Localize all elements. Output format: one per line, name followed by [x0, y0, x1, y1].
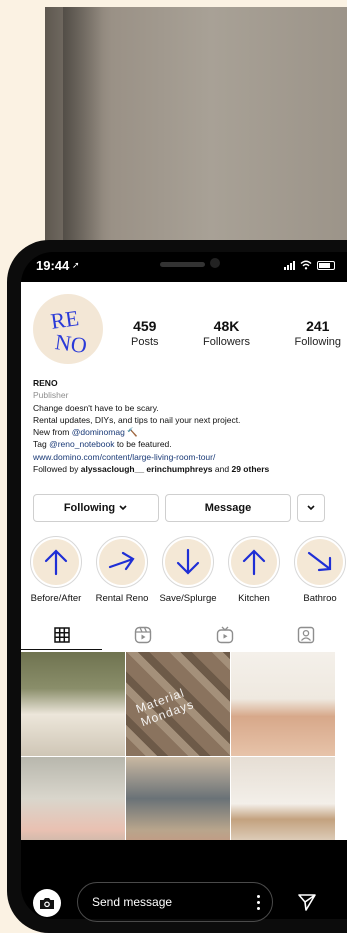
highlight-cover — [30, 536, 82, 588]
highlight-save-splurge[interactable]: Save/Splurge — [158, 536, 218, 604]
message-button[interactable]: Message — [165, 494, 291, 522]
profile-name: RENO — [33, 378, 58, 388]
camera-button[interactable] — [33, 889, 61, 917]
tab-igtv[interactable] — [184, 620, 266, 650]
profile-actions: Following Message — [33, 494, 325, 522]
followed-by-names: alyssaclough__ erinchumphreys — [80, 464, 213, 475]
camera-icon — [40, 898, 54, 909]
send-button[interactable] — [297, 892, 317, 917]
send-message-placeholder: Send message — [92, 895, 173, 909]
highlight-kitchen[interactable]: Kitchen — [224, 536, 284, 604]
stat-following-label: Following — [294, 336, 341, 348]
background-wall — [45, 7, 347, 247]
reno-logo: RE NO — [49, 305, 89, 358]
arrow-up-icon — [44, 549, 68, 576]
highlight-label: Rental Reno — [95, 593, 149, 604]
highlight-cover — [294, 536, 346, 588]
followed-by-others: 29 others — [231, 464, 270, 475]
reno-notebook-link[interactable]: @reno_notebook — [49, 439, 114, 449]
website-link[interactable]: www.domino.com/content/large-living-room… — [33, 451, 338, 463]
reels-icon — [135, 626, 152, 644]
bio-line-new-from: New from @dominomag 🔨 — [33, 426, 338, 438]
battery-icon — [317, 260, 335, 270]
stat-followers-label: Followers — [202, 336, 251, 348]
followed-by-prefix: Followed by — [33, 464, 79, 475]
status-time: 19:44 — [36, 258, 70, 273]
post-thumbnail[interactable] — [231, 757, 335, 840]
status-icons — [284, 260, 335, 270]
arrow-up-icon — [242, 549, 266, 576]
highlight-bathroom[interactable]: Bathroo — [290, 536, 347, 604]
post-thumbnail[interactable] — [126, 757, 230, 840]
paper-plane-icon — [298, 894, 316, 911]
stat-following[interactable]: 241 Following — [295, 318, 341, 348]
followed-by[interactable]: Followed by alyssaclough__ erinchumphrey… — [33, 463, 338, 475]
post-thumbnail[interactable] — [231, 652, 335, 756]
tab-tagged[interactable] — [266, 620, 347, 650]
profile-avatar[interactable]: RE NO — [33, 294, 103, 364]
arrow-down-right-icon — [307, 551, 332, 572]
stat-posts-count: 459 — [133, 318, 157, 334]
profile-category: Publisher — [33, 390, 69, 401]
profile-stats: 459 Posts 48K Followers 241 Following — [131, 318, 341, 348]
stat-followers-count: 48K — [213, 318, 240, 334]
bio-line-2: Rental updates, DIYs, and tips to nail y… — [33, 414, 241, 425]
highlight-rental-reno[interactable]: Rental Reno — [92, 536, 152, 604]
profile-tabs — [21, 620, 347, 650]
send-message-input[interactable]: Send message — [77, 882, 273, 922]
highlight-cover — [162, 536, 214, 588]
highlight-label: Save/Splurge — [159, 593, 217, 604]
bio-line-tag: Tag @reno_notebook to be featured. — [33, 438, 338, 450]
front-camera — [210, 258, 220, 268]
story-highlights: Before/After Rental Reno Save/Splurge Ki… — [21, 536, 347, 608]
active-tab-indicator — [21, 649, 102, 650]
suggested-dropdown-button[interactable] — [297, 494, 325, 522]
arrow-down-icon — [176, 548, 200, 575]
following-button[interactable]: Following — [33, 494, 159, 522]
highlight-label: Before/After — [30, 593, 82, 604]
highlight-label: Bathroo — [303, 593, 337, 604]
profile-screen: RE NO 459 Posts 48K Followers 241 Follow… — [21, 282, 347, 840]
post-watermark-text: Material Mondays — [134, 685, 196, 730]
profile-bio: RENO Publisher Change doesn't have to be… — [33, 377, 338, 475]
tagged-person-icon — [298, 626, 315, 644]
post-thumbnail[interactable]: Material Mondays — [126, 652, 230, 756]
more-options-icon[interactable] — [257, 895, 260, 910]
post-thumbnail[interactable] — [21, 652, 125, 756]
chevron-down-icon — [119, 505, 127, 511]
speaker-notch — [160, 262, 205, 267]
followed-by-and: and — [214, 464, 230, 475]
chevron-down-icon — [307, 505, 315, 511]
story-reply-bar: Send message — [21, 882, 347, 922]
arrow-right-icon — [108, 551, 135, 571]
following-button-label: Following — [63, 502, 116, 514]
post-thumbnail[interactable] — [21, 757, 125, 840]
tab-posts-grid[interactable] — [21, 620, 103, 650]
svg-text:NO: NO — [54, 329, 89, 358]
stat-following-count: 241 — [306, 318, 330, 334]
bio-line-1: Change doesn't have to be scary. — [33, 402, 159, 413]
new-from-prefix: New from — [33, 427, 70, 438]
hammer-icon: 🔨 — [127, 427, 138, 438]
location-icon: ➚ — [72, 260, 80, 270]
tab-reels[interactable] — [103, 620, 185, 650]
tag-prefix: Tag — [33, 439, 47, 450]
highlight-cover — [96, 536, 148, 588]
stat-posts[interactable]: 459 Posts — [131, 318, 159, 348]
message-button-label: Message — [204, 502, 252, 514]
signal-icon — [284, 260, 295, 270]
grid-icon — [54, 627, 70, 643]
stat-followers[interactable]: 48K Followers — [203, 318, 250, 348]
highlight-label: Kitchen — [238, 593, 270, 604]
wifi-icon — [300, 260, 312, 270]
tag-suffix: to be featured. — [116, 439, 172, 450]
stat-posts-label: Posts — [131, 336, 159, 348]
igtv-icon — [216, 626, 233, 644]
dominomag-link[interactable]: @dominomag — [72, 427, 125, 437]
highlight-cover — [228, 536, 280, 588]
posts-grid: Material Mondays — [21, 652, 347, 840]
highlight-before-after[interactable]: Before/After — [26, 536, 86, 604]
